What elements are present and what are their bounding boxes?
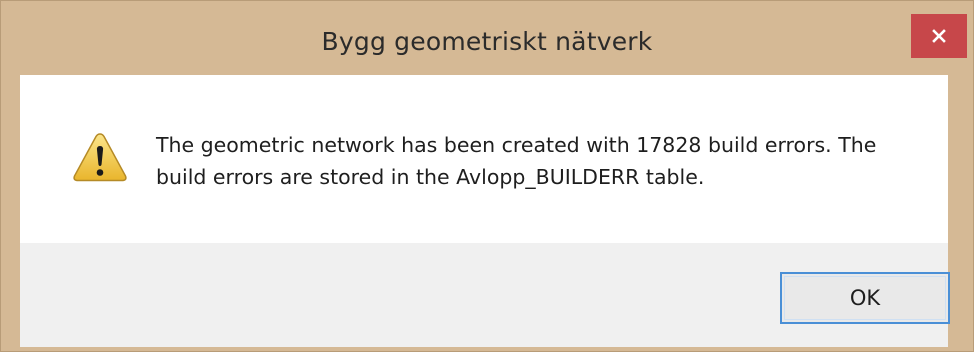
dialog-message: The geometric network has been created w… bbox=[156, 129, 936, 193]
close-icon bbox=[932, 29, 946, 43]
ok-button-label: OK bbox=[849, 286, 881, 310]
warning-icon bbox=[73, 133, 127, 182]
dialog-content: The geometric network has been created w… bbox=[20, 75, 948, 243]
dialog-window: Bygg geometriskt nätverk The geometric n… bbox=[0, 0, 974, 352]
message-line-1: The geometric network has been created w… bbox=[156, 133, 877, 157]
ok-button[interactable]: OK bbox=[780, 272, 950, 324]
message-line-2: build errors are stored in the Avlopp_BU… bbox=[156, 165, 705, 189]
dialog-footer: OK bbox=[20, 243, 950, 347]
close-button[interactable] bbox=[911, 14, 967, 58]
title-bar[interactable]: Bygg geometriskt nätverk bbox=[1, 1, 973, 75]
dialog-title: Bygg geometriskt nätverk bbox=[321, 27, 653, 56]
